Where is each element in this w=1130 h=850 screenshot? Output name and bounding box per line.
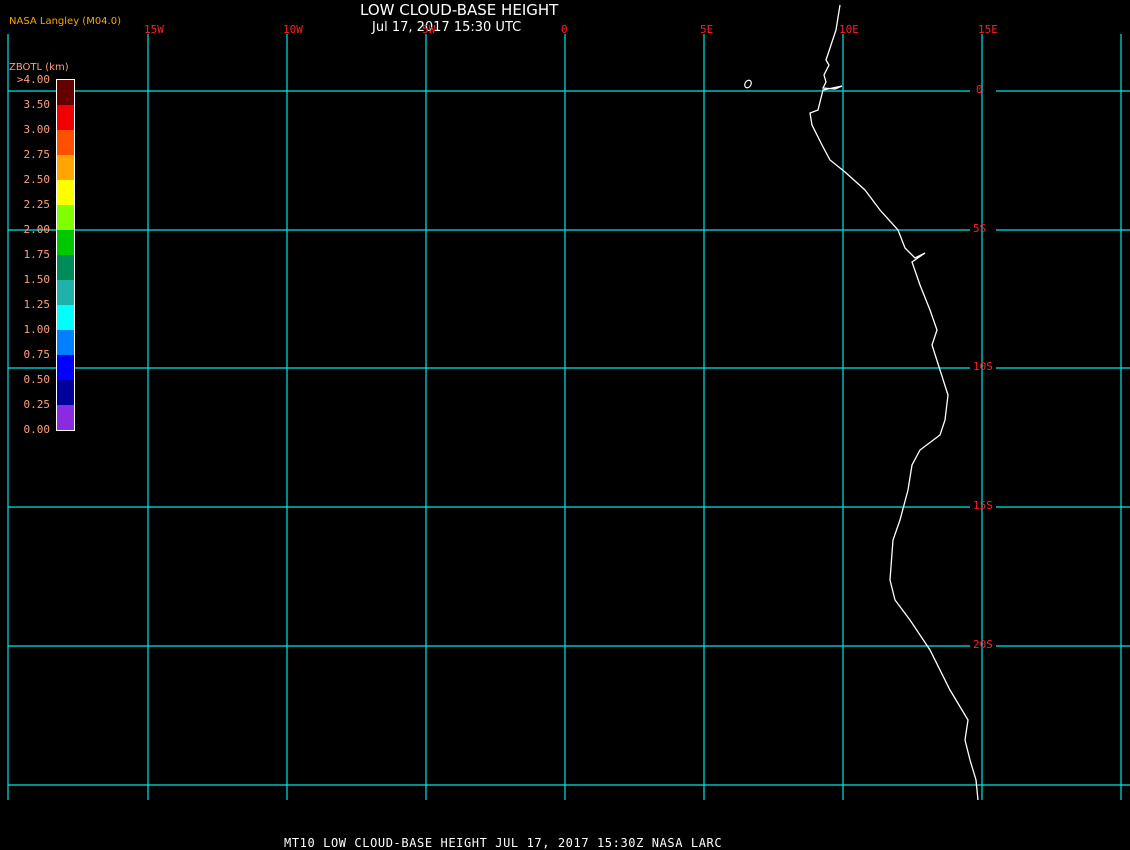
legend-swatch — [57, 105, 74, 130]
legend-label: >4.00 — [16, 73, 50, 86]
island — [744, 79, 752, 89]
coastline — [809, 4, 979, 801]
legend-swatch — [57, 405, 74, 430]
legend-swatch — [57, 180, 74, 205]
longitude-label: 15W — [144, 23, 164, 36]
legend-label: 1.25 — [23, 298, 51, 311]
map-title: LOW CLOUD-BASE HEIGHT — [360, 1, 559, 19]
legend-swatch — [57, 130, 74, 155]
legend-swatch — [57, 80, 74, 105]
map-datetime: Jul 17, 2017 15:30 UTC — [372, 20, 522, 35]
longitude-label: 0 — [561, 23, 568, 36]
legend-title: ZBOTL (km) — [9, 62, 69, 73]
legend-label: 1.50 — [23, 273, 51, 286]
legend-label: 0.75 — [23, 348, 51, 361]
map-canvas — [7, 4, 1130, 801]
latitude-label: 10S — [973, 360, 993, 373]
legend-swatch — [57, 155, 74, 180]
legend-label: 0.00 — [23, 423, 51, 436]
legend-label: 0.25 — [23, 398, 51, 411]
legend-label: 3.50 — [23, 98, 51, 111]
legend-swatch — [57, 305, 74, 330]
legend-label: 2.50 — [23, 173, 51, 186]
latitude-label: 5S — [973, 222, 987, 235]
legend-swatch — [57, 255, 74, 280]
longitude-label: 5W — [422, 23, 436, 36]
credit-label: NASA Langley (M04.0) — [9, 16, 121, 27]
legend-label: 0.50 — [23, 373, 51, 386]
latitude-label: 0 — [976, 83, 983, 96]
legend-label: 1.00 — [23, 323, 51, 336]
lat-lon-grid — [7, 34, 1130, 800]
legend-swatch — [57, 230, 74, 255]
footer-caption: MT10 LOW CLOUD-BASE HEIGHT JUL 17, 2017 … — [284, 836, 723, 850]
longitude-label: 10E — [839, 23, 859, 36]
legend-swatch — [57, 330, 74, 355]
legend-swatch — [57, 205, 74, 230]
legend-label: 2.25 — [23, 198, 51, 211]
color-scale-bar — [56, 79, 75, 431]
longitude-label: 10W — [283, 23, 303, 36]
legend-swatch — [57, 355, 74, 380]
legend-label: 1.75 — [23, 248, 51, 261]
legend-label: 2.75 — [23, 148, 51, 161]
legend-label: 3.00 — [23, 123, 51, 136]
longitude-label: 15E — [978, 23, 998, 36]
legend-label: 2.00 — [23, 223, 51, 236]
legend-swatch — [57, 380, 74, 405]
latitude-label: 15S — [973, 499, 993, 512]
latitude-label: 20S — [973, 638, 993, 651]
legend-swatch — [57, 280, 74, 305]
longitude-label: 5E — [700, 23, 714, 36]
